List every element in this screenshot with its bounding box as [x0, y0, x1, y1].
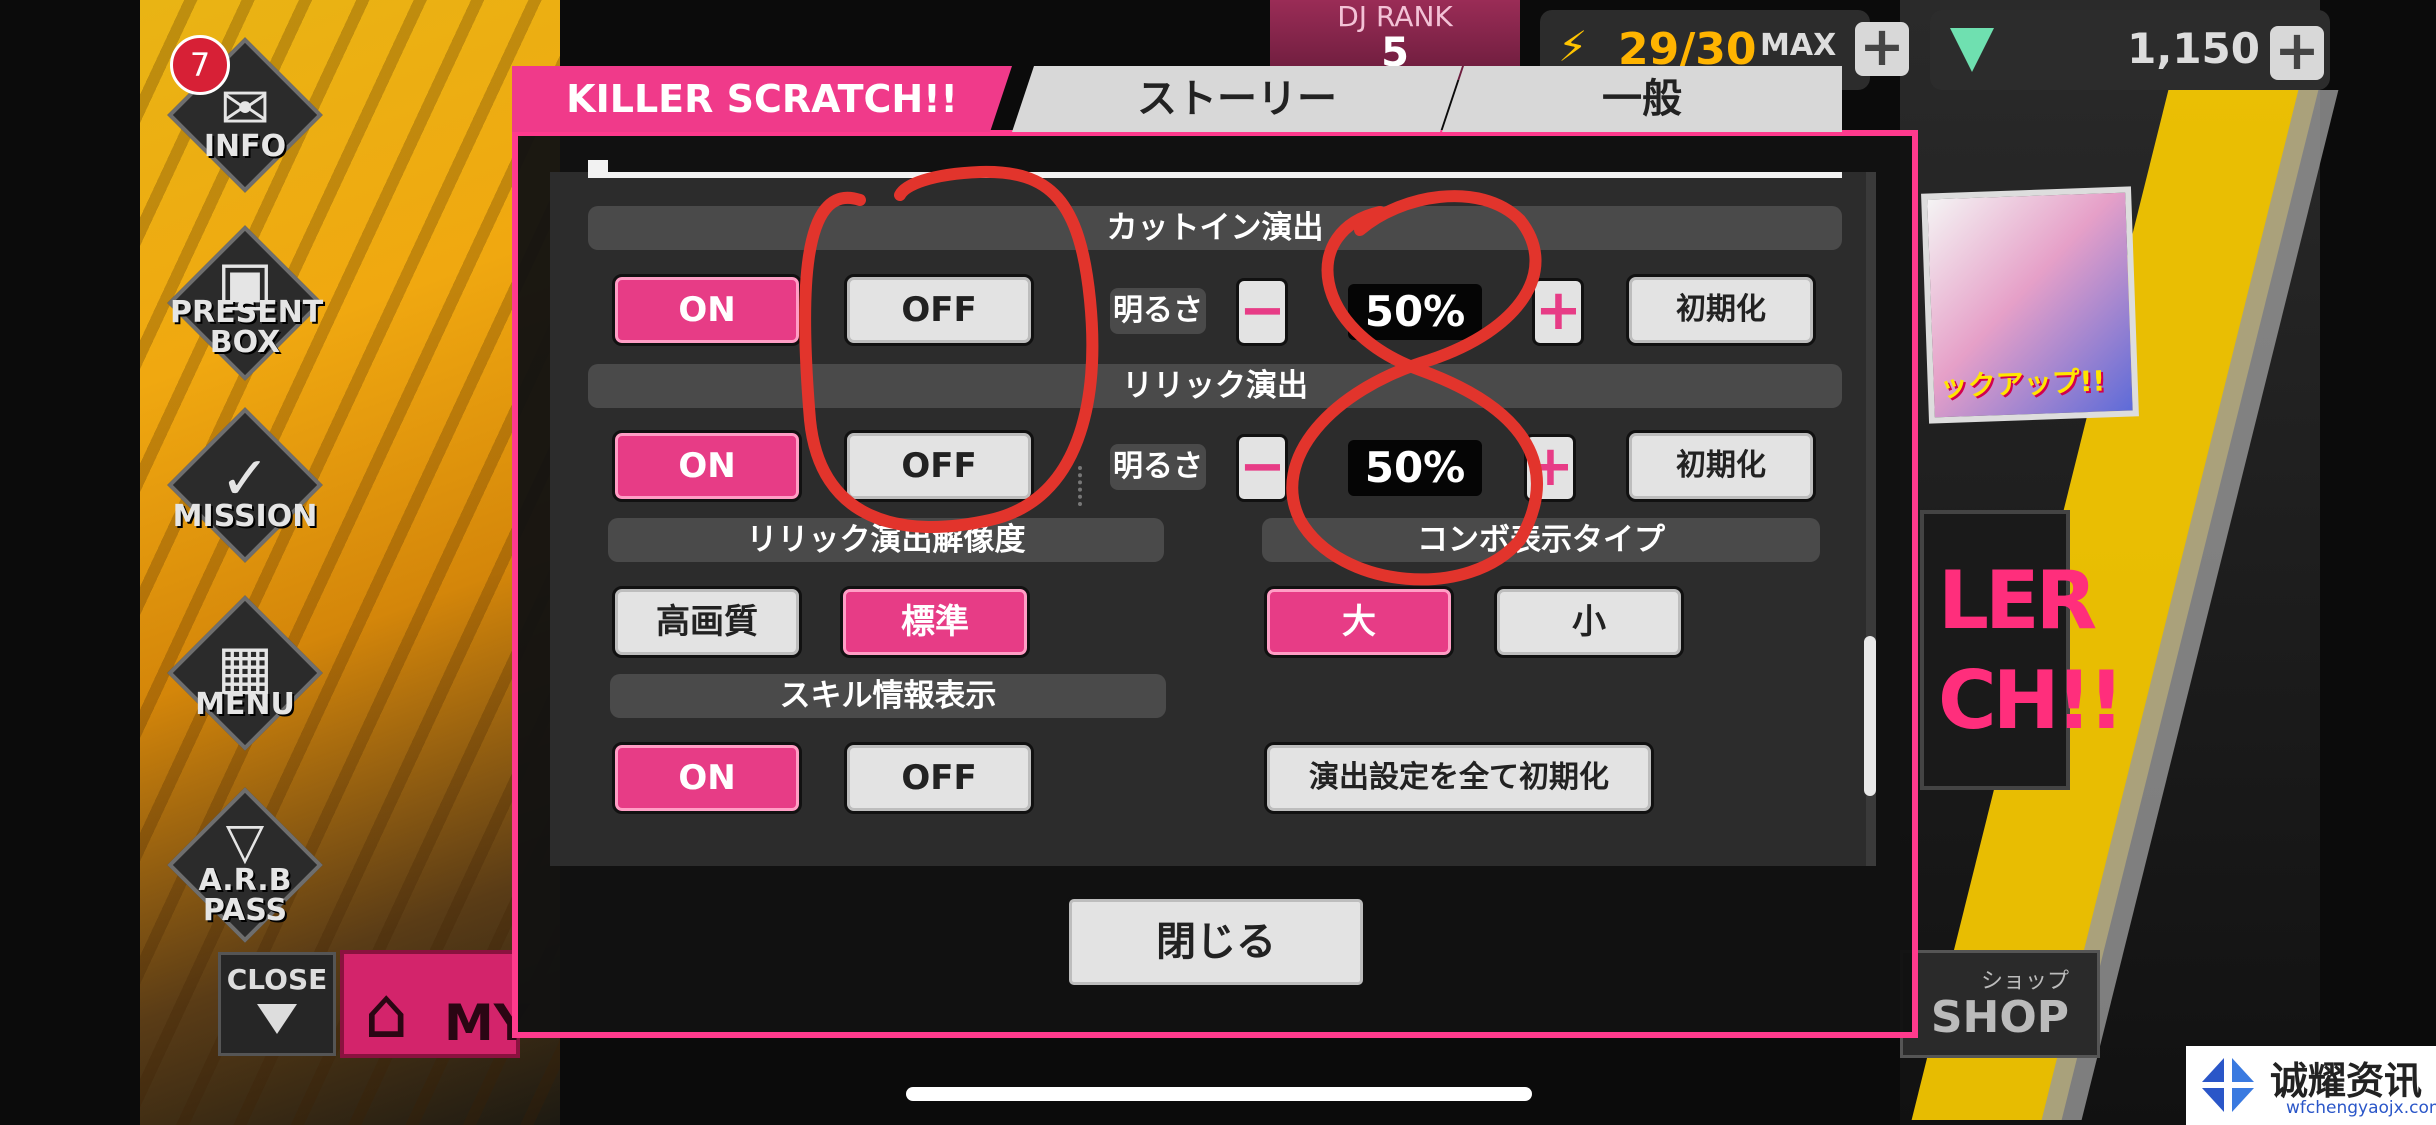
shop-label: SHOP: [1930, 992, 2069, 1043]
skill-info-on-button[interactable]: ON: [612, 742, 802, 814]
pass-icon: ▽: [225, 812, 265, 870]
cutin-brightness-label: 明るさ: [1110, 288, 1206, 334]
close-dialog-button[interactable]: 閉じる: [1066, 896, 1366, 988]
killer-scratch-logo: LER CH!!: [1920, 510, 2125, 790]
resolution-high-button[interactable]: 高画質: [612, 586, 802, 658]
section-header-lyric-resolution: リリック演出解像度: [608, 518, 1164, 562]
lyric-reset-button[interactable]: 初期化: [1626, 430, 1816, 502]
tab-story[interactable]: ストーリー: [1012, 66, 1462, 132]
section-header-skill-info: スキル情報表示: [610, 674, 1166, 718]
sidebar-item-present-box[interactable]: ▣ PRESENT BOX: [167, 225, 324, 381]
combo-large-button[interactable]: 大: [1264, 586, 1454, 658]
watermark-title: 诚耀资讯: [2270, 1059, 2423, 1103]
settings-tabs: KILLER SCRATCH!! ストーリー 一般: [512, 66, 1918, 136]
pickup-banner-text: ックアップ!!: [1939, 364, 2106, 404]
sidebar-item-menu[interactable]: ▦ MENU: [167, 595, 323, 751]
cutin-reset-button[interactable]: 初期化: [1626, 274, 1816, 346]
stamina-max-label: MAX: [1760, 28, 1837, 63]
info-badge: 7: [170, 35, 230, 95]
shop-button[interactable]: ショップ SHOP: [1900, 950, 2100, 1058]
close-menu-button[interactable]: CLOSE: [218, 952, 336, 1056]
tab-general[interactable]: 一般: [1442, 66, 1842, 132]
home-indicator[interactable]: [906, 1087, 1532, 1101]
gem-icon: [1950, 28, 1994, 72]
sidebar-item-label: MISSION: [172, 499, 318, 534]
sidebar-item-label: A.R.B PASS: [198, 863, 292, 928]
tab-killer-scratch[interactable]: KILLER SCRATCH!!: [512, 66, 1012, 132]
section-header-lyric: リリック演出: [588, 364, 1842, 408]
lyric-brightness-minus-button[interactable]: −: [1236, 434, 1288, 502]
bolt-icon: ⚡: [1558, 22, 1588, 71]
close-menu-label: CLOSE: [226, 963, 328, 996]
cutin-on-button[interactable]: ON: [612, 274, 802, 346]
chevron-down-icon: [257, 1004, 297, 1034]
lyric-off-button[interactable]: OFF: [844, 430, 1034, 502]
my-page-button[interactable]: ⌂ MY: [340, 950, 530, 1058]
dj-rank-label: DJ RANK: [1337, 0, 1453, 33]
reset-all-effects-button[interactable]: 演出設定を全て初期化: [1264, 742, 1654, 814]
lyric-brightness-plus-button[interactable]: +: [1524, 434, 1576, 502]
sidebar-item-mission[interactable]: ✓ MISSION: [167, 407, 323, 563]
sidebar-item-label: MENU: [195, 687, 295, 722]
sidebar-item-label: PRESENT BOX: [170, 295, 324, 360]
skill-info-off-button[interactable]: OFF: [844, 742, 1034, 814]
sidebar-item-label: INFO: [203, 129, 287, 164]
sidebar-item-arb-pass[interactable]: ▽ A.R.B PASS: [167, 787, 323, 943]
section-header-cutin: カットイン演出: [588, 206, 1842, 250]
shop-kana: ショップ: [1980, 969, 2069, 994]
scrollbar-thumb[interactable]: [1864, 636, 1876, 796]
lyric-brightness-value: 50%: [1348, 440, 1482, 496]
cutin-brightness-minus-button[interactable]: −: [1236, 278, 1288, 346]
lyric-on-button[interactable]: ON: [612, 430, 802, 502]
add-gems-button[interactable]: +: [2270, 24, 2324, 80]
pickup-banner[interactable]: ックアップ!!: [1921, 186, 2139, 424]
home-icon: ⌂: [364, 972, 409, 1054]
section-header-combo-type: コンボ表示タイプ: [1262, 518, 1820, 562]
divider: [1078, 466, 1082, 506]
divider: [588, 172, 1842, 178]
gems-value: 1,150: [2127, 24, 2260, 73]
cutin-brightness-value: 50%: [1348, 284, 1482, 340]
cutin-off-button[interactable]: OFF: [844, 274, 1034, 346]
lyric-brightness-label: 明るさ: [1110, 444, 1206, 490]
cutin-brightness-plus-button[interactable]: +: [1532, 278, 1584, 346]
resolution-standard-button[interactable]: 標準: [840, 586, 1030, 658]
watermark-url: wfchengyaojx.com: [2286, 1098, 2436, 1118]
combo-small-button[interactable]: 小: [1494, 586, 1684, 658]
watermark: 诚耀资讯 wfchengyaojx.com: [2186, 1046, 2436, 1125]
watermark-logo-icon: [2202, 1058, 2254, 1112]
